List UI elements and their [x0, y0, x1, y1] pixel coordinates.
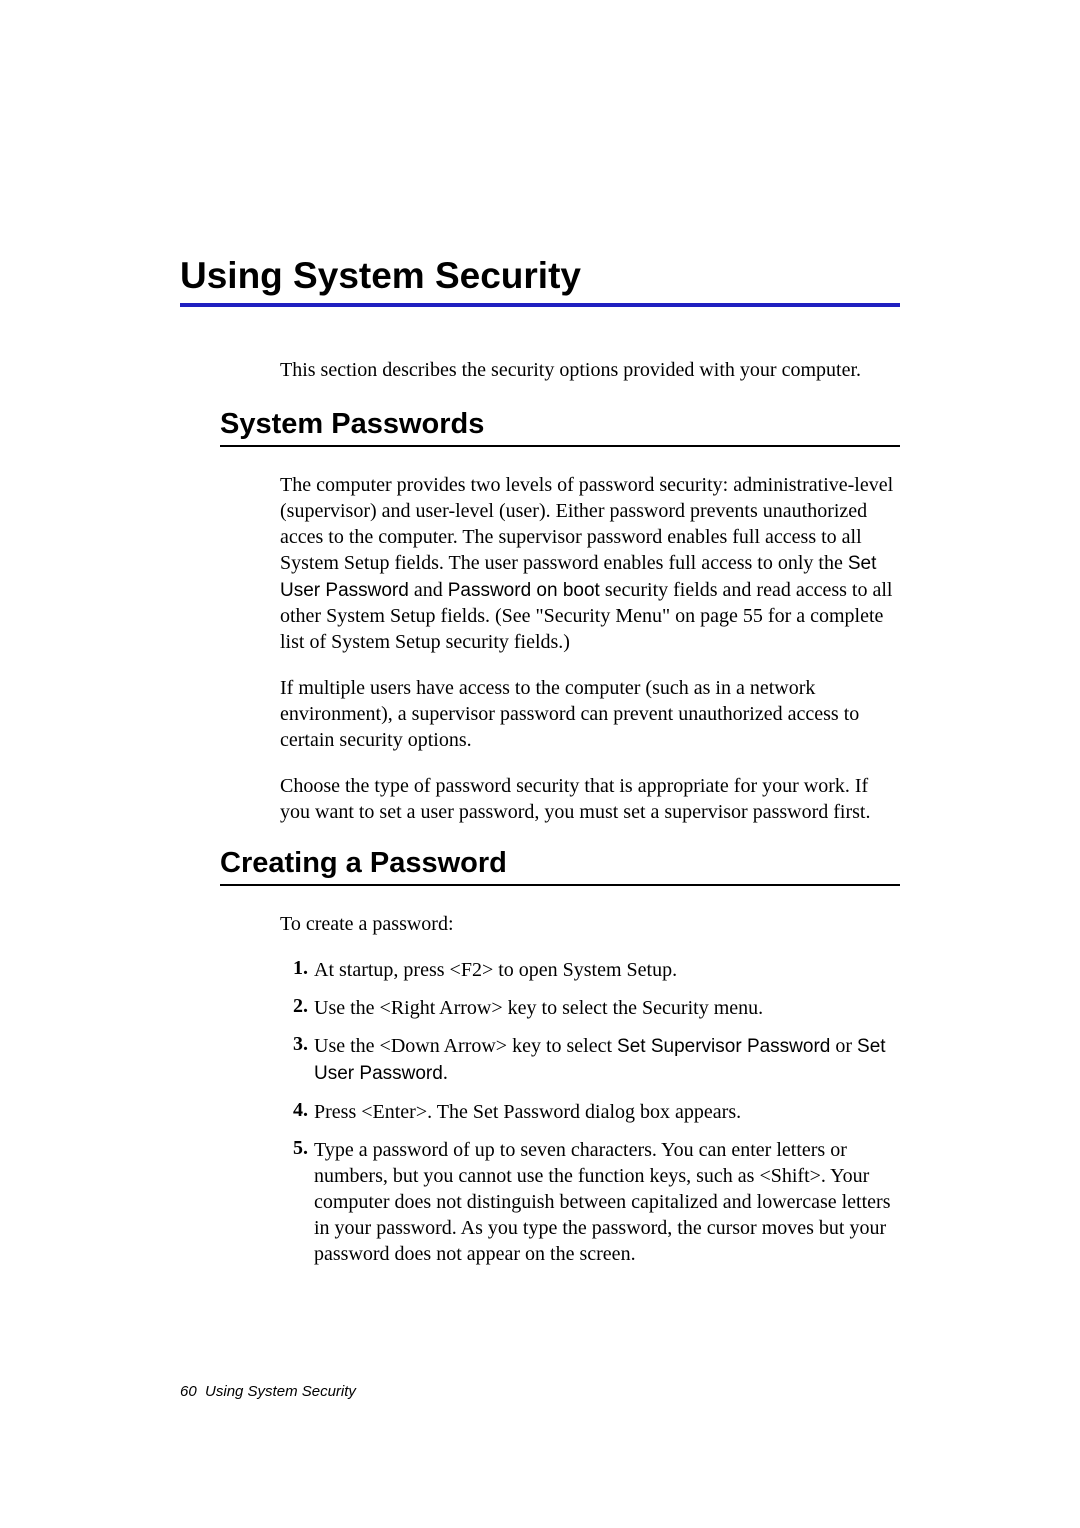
ordered-list: 1. At startup, press <F2> to open System… [280, 957, 900, 1266]
text-run: The computer provides two levels of pass… [280, 474, 893, 574]
list-item: 3. Use the <Down Arrow> key to select Se… [280, 1033, 900, 1086]
list-text: Use the <Down Arrow> key to select Set S… [314, 1033, 900, 1086]
list-item: 5. Type a password of up to seven charac… [280, 1137, 900, 1267]
list-text: Use the <Right Arrow> key to select the … [314, 995, 900, 1021]
list-text: Press <Enter>. The Set Password dialog b… [314, 1099, 900, 1125]
list-number: 1. [280, 957, 308, 983]
list-text: At startup, press <F2> to open System Se… [314, 957, 900, 983]
list-item: 2. Use the <Right Arrow> key to select t… [280, 995, 900, 1021]
paragraph: Choose the type of password security tha… [280, 773, 900, 825]
list-number: 2. [280, 995, 308, 1021]
list-item: 4. Press <Enter>. The Set Password dialo… [280, 1099, 900, 1125]
ui-label-password-on-boot: Password on boot [448, 580, 600, 601]
list-text: Type a password of up to seven character… [314, 1137, 900, 1267]
page-number: 60 [180, 1383, 197, 1400]
document-page: Using System Security This section descr… [0, 0, 1080, 1267]
text-run: Use the <Down Arrow> key to select [314, 1035, 617, 1057]
text-run: and [409, 579, 448, 601]
paragraph: To create a password: [280, 911, 900, 937]
list-number: 5. [280, 1137, 308, 1267]
section-rule [220, 884, 900, 886]
list-item: 1. At startup, press <F2> to open System… [280, 957, 900, 983]
intro-paragraph: This section describes the security opti… [280, 357, 900, 383]
chapter-rule [180, 303, 900, 307]
paragraph: The computer provides two levels of pass… [280, 472, 900, 655]
section-rule [220, 445, 900, 447]
paragraph: If multiple users have access to the com… [280, 675, 900, 753]
ui-label-set-supervisor-password: Set Supervisor Password [617, 1036, 830, 1057]
text-run: or [830, 1035, 857, 1057]
section-title-creating-password: Creating a Password [220, 847, 900, 880]
page-footer: 60 Using System Security [180, 1383, 356, 1400]
list-number: 3. [280, 1033, 308, 1086]
footer-label: Using System Security [205, 1383, 356, 1400]
section-title-system-passwords: System Passwords [220, 408, 900, 441]
chapter-title: Using System Security [180, 255, 900, 297]
text-run: . [443, 1062, 448, 1084]
list-number: 4. [280, 1099, 308, 1125]
